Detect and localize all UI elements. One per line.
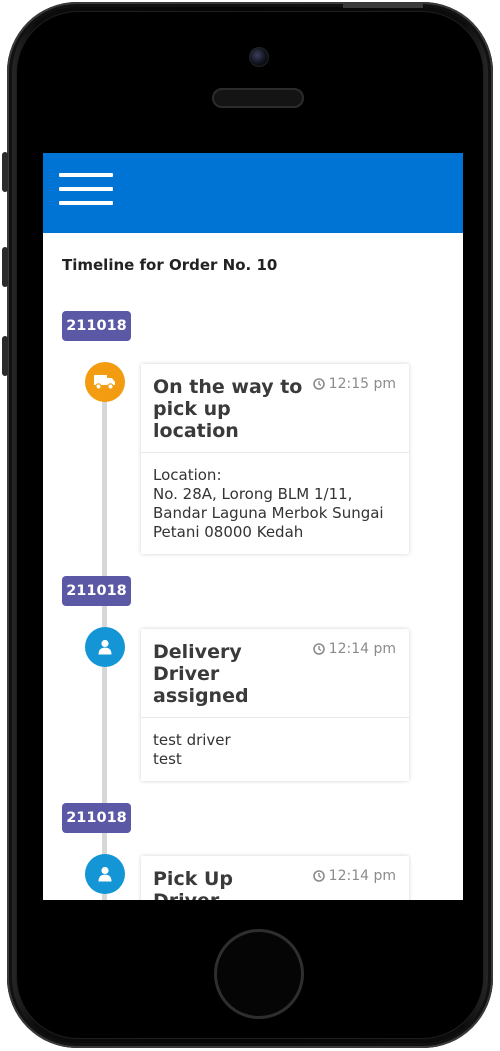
page-title: Timeline for Order No. 10 (62, 256, 278, 274)
card-time: 12:14 pm (312, 868, 396, 884)
card-body-line: No. 28A, Lorong BLM 1/11, Bandar Laguna … (153, 485, 384, 541)
earpiece-speaker (212, 88, 304, 108)
time-text: 12:14 pm (328, 641, 396, 657)
navbar (43, 153, 463, 233)
mute-switch (2, 152, 8, 192)
user-icon (85, 854, 125, 894)
clock-icon (312, 378, 325, 390)
timeline-card: Pick Up Driver assigned 12:14 pm (141, 856, 409, 900)
app-screen: Timeline for Order No. 10 211018 On the … (43, 153, 463, 900)
time-text: 12:14 pm (328, 868, 396, 884)
front-camera (249, 47, 269, 67)
card-body-line: test driver (153, 731, 231, 749)
user-icon (85, 627, 125, 667)
date-badge: 211018 (62, 311, 131, 341)
card-body: Location: No. 28A, Lorong BLM 1/11, Band… (141, 452, 409, 554)
date-badge: 211018 (62, 576, 131, 606)
card-header: Pick Up Driver assigned 12:14 pm (141, 856, 409, 900)
card-title: Delivery Driver assigned (153, 641, 249, 707)
card-time: 12:15 pm (312, 376, 396, 392)
card-time: 12:14 pm (312, 641, 396, 657)
timeline-card: Delivery Driver assigned 12:14 pm test d… (141, 629, 409, 781)
card-title: On the way to pick up location (153, 376, 303, 442)
card-title: Pick Up Driver assigned (153, 868, 233, 900)
timeline-card: On the way to pick up location 12:15 pm … (141, 364, 409, 554)
date-badge: 211018 (62, 803, 131, 833)
clock-icon (312, 643, 325, 655)
card-body: test driver test (141, 717, 409, 781)
card-body-line: Location: (153, 466, 222, 484)
clock-icon (312, 870, 325, 882)
time-text: 12:15 pm (328, 376, 396, 392)
volume-down-button (2, 336, 8, 376)
truck-icon (85, 362, 125, 402)
card-body-line: test (153, 750, 182, 768)
volume-up-button (2, 247, 8, 287)
card-header: On the way to pick up location 12:15 pm (141, 364, 409, 452)
card-header: Delivery Driver assigned 12:14 pm (141, 629, 409, 717)
menu-icon[interactable] (59, 173, 113, 205)
power-button (343, 2, 423, 8)
home-button[interactable] (214, 929, 304, 1019)
